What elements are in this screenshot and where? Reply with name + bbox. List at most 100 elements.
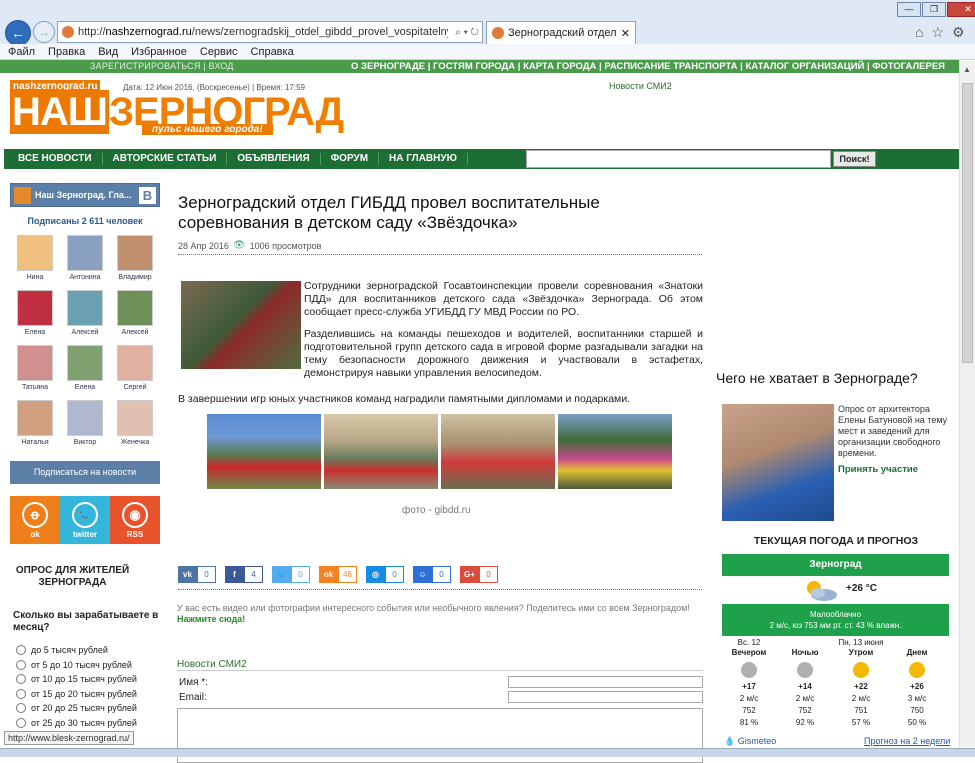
search-button[interactable]: Поиск! [833, 151, 876, 167]
poll-option[interactable]: от 5 до 10 тысяч рублей [16, 659, 132, 670]
survey-photo[interactable] [722, 404, 834, 521]
submit-media-link[interactable]: Нажмите сюда! [177, 614, 245, 624]
name-input[interactable] [508, 676, 703, 688]
maximize-button[interactable]: ❐ [922, 2, 946, 17]
vk-member[interactable]: Владимир [115, 235, 155, 281]
share-button[interactable]: 🐦 0 [272, 566, 310, 583]
radio-button[interactable] [16, 688, 26, 699]
poll-option[interactable]: от 20 до 25 тысяч рублей [16, 703, 137, 713]
vk-member[interactable]: Наталья [15, 400, 55, 446]
menu-bar: Файл Правка Вид Избранное Сервис Справка [0, 44, 975, 60]
vk-member[interactable]: Виктор [65, 400, 105, 446]
radio-button[interactable] [16, 717, 26, 728]
back-button[interactable]: ← [5, 20, 31, 46]
gallery-photo[interactable] [441, 414, 555, 489]
home-icon[interactable]: ⌂ [915, 24, 923, 41]
vk-member[interactable]: Алексей [65, 290, 105, 336]
radio-button[interactable] [16, 674, 26, 684]
survey-heading: Чего не хватает в Зернограде? [716, 370, 918, 386]
gallery-photo[interactable] [558, 414, 672, 489]
gallery-photo[interactable] [324, 414, 438, 489]
menu-edit[interactable]: Правка [48, 46, 85, 58]
current-temperature: +26 °C [846, 583, 877, 594]
poll-option-label: от 10 до 15 тысяч рублей [31, 674, 137, 684]
share-button[interactable]: G+ 0 [460, 566, 498, 583]
vk-member[interactable]: Елена [15, 290, 55, 336]
menu-help[interactable]: Справка [251, 46, 294, 58]
member-avatar [17, 400, 53, 436]
settings-gear-icon[interactable]: ⚙ [952, 24, 965, 41]
nav-home[interactable]: НА ГЛАВНУЮ [379, 153, 468, 165]
forecast-pressure: 750 [910, 706, 924, 715]
address-controls-icon[interactable]: ⌕ ▾ ↻ [452, 27, 482, 38]
share-button[interactable]: ok 46 [319, 566, 357, 583]
share-count: 0 [432, 566, 451, 583]
twitter-button[interactable]: 🐦 twitter [60, 496, 110, 544]
nav-forum[interactable]: ФОРУМ [321, 153, 380, 165]
search-input[interactable] [526, 150, 831, 168]
sun-icon [909, 662, 925, 678]
register-login-link[interactable]: ЗАРЕГИСТРИРОВАТЬСЯ | ВХОД [90, 60, 234, 73]
smi2-news-link[interactable]: Новости СМИ2 [609, 81, 672, 91]
radio-button[interactable] [16, 659, 26, 670]
poll-option[interactable]: от 25 до 30 тысяч рублей [16, 717, 137, 728]
member-name: Антонина [69, 274, 101, 281]
two-week-forecast-link[interactable]: Прогноз на 2 недели [864, 736, 950, 746]
forecast-humidity: 57 % [851, 718, 871, 727]
vk-member[interactable]: Антонина [65, 235, 105, 281]
scrollbar-thumb[interactable] [962, 83, 973, 363]
member-name: Женечка [120, 439, 150, 446]
vk-member[interactable]: Сергей [115, 345, 155, 391]
nav-classifieds[interactable]: ОБЪЯВЛЕНИЯ [227, 153, 321, 165]
menu-favorites[interactable]: Избранное [131, 46, 187, 58]
menu-view[interactable]: Вид [98, 46, 118, 58]
share-button[interactable]: vk 0 [178, 566, 216, 583]
vk-member[interactable]: Нина [15, 235, 55, 281]
vk-member[interactable]: Женечка [115, 400, 155, 446]
smi2-news-bottom[interactable]: Новости СМИ2 [177, 659, 247, 670]
odnoklassniki-button[interactable]: ꝋ ok [10, 496, 60, 544]
forward-button[interactable]: → [33, 21, 55, 43]
vk-member[interactable]: Алексей [115, 290, 155, 336]
poll-option[interactable]: от 15 до 20 тысяч рублей [16, 688, 137, 699]
vertical-scrollbar[interactable]: ▲ [959, 61, 975, 747]
forecast-temp: +14 [798, 682, 812, 691]
minimize-button[interactable]: — [897, 2, 921, 17]
share-button[interactable]: f4 [225, 566, 263, 583]
article-lead-photo[interactable] [181, 281, 301, 369]
subscribe-button[interactable]: Подписаться на новости [10, 461, 160, 484]
address-bar[interactable]: http://nashzernograd.ru/news/zernogradsk… [57, 21, 483, 43]
share-network-icon: 🐦 [272, 566, 291, 583]
tab-close-icon[interactable]: ✕ [621, 27, 630, 40]
scroll-up-icon[interactable]: ▲ [963, 65, 971, 74]
radio-button[interactable] [16, 703, 26, 713]
top-links[interactable]: О ЗЕРНОГРАДЕ | ГОСТЯМ ГОРОДА | КАРТА ГОР… [351, 60, 945, 73]
survey-participate-link[interactable]: Принять участие [838, 464, 918, 475]
radio-button[interactable] [16, 645, 26, 655]
close-window-button[interactable]: ✕ [947, 2, 975, 17]
nav-all-news[interactable]: ВСЕ НОВОСТИ [4, 153, 103, 165]
address-url[interactable]: http://nashzernograd.ru/news/zernogradsk… [78, 26, 448, 38]
share-network-icon: ☺ [413, 566, 432, 583]
email-input[interactable] [508, 691, 703, 703]
vk-member[interactable]: Татьяна [15, 345, 55, 391]
vk-widget-header[interactable]: Наш Зерноград. Гла... B [10, 183, 160, 207]
vk-member[interactable]: Елена [65, 345, 105, 391]
weather-details: 2 м/с, юз 753 мм рт. ст. 43 % влажн. [769, 621, 902, 630]
gallery-photo[interactable] [207, 414, 321, 489]
nav-author-articles[interactable]: АВТОРСКИЕ СТАТЬИ [103, 153, 228, 165]
gismeteo-link[interactable]: 💧 Gismeteo [724, 736, 776, 747]
browser-tab[interactable]: Зерноградский отдел ГИБ... ✕ [486, 21, 636, 44]
share-button[interactable]: ☺ 0 [413, 566, 451, 583]
poll-option[interactable]: до 5 тысяч рублей [16, 645, 108, 655]
favorites-star-icon[interactable]: ☆ [931, 24, 944, 41]
rss-button[interactable]: ◉ RSS [110, 496, 160, 544]
forecast-period: Утром [848, 648, 874, 657]
poll-option[interactable]: от 10 до 15 тысяч рублей [16, 674, 137, 684]
menu-file[interactable]: Файл [8, 46, 35, 58]
share-button[interactable]: ◎ 0 [366, 566, 404, 583]
poll-option-label: до 5 тысяч рублей [31, 645, 108, 655]
divider [178, 589, 702, 590]
vk-group-name[interactable]: Наш Зерноград. Гла... [35, 190, 135, 200]
menu-tools[interactable]: Сервис [200, 46, 238, 58]
